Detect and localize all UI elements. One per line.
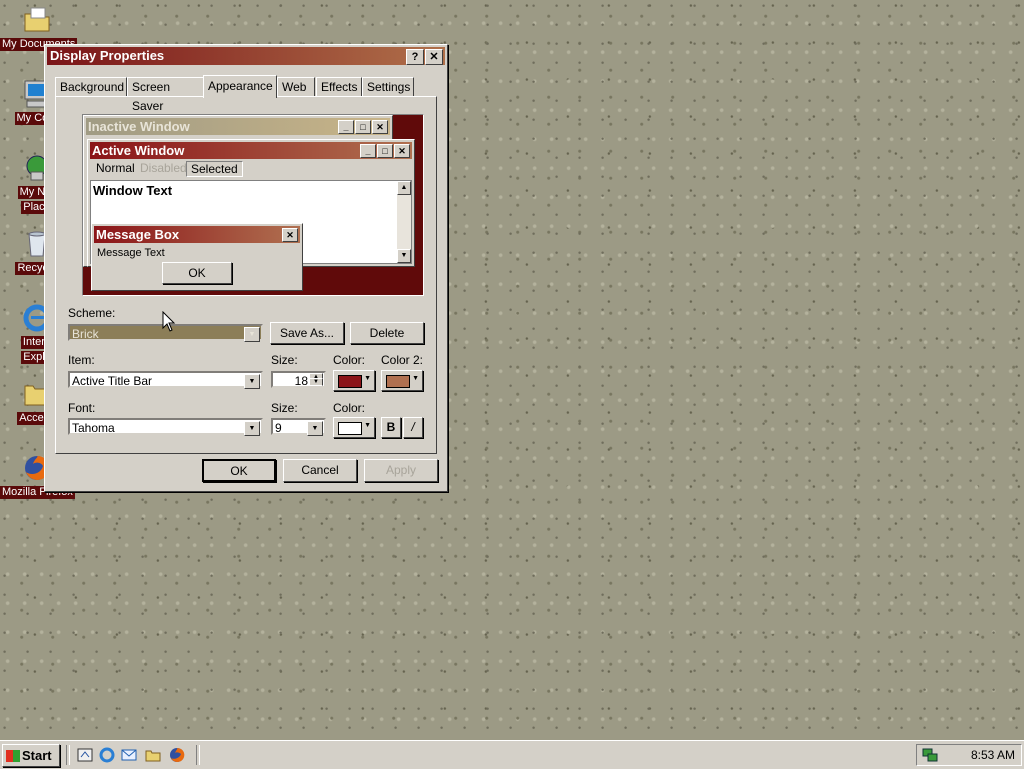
explorer-icon[interactable] (144, 746, 162, 764)
item-value: Active Title Bar (72, 374, 153, 388)
folder-documents-icon (21, 4, 53, 36)
tab-background[interactable]: Background (55, 77, 127, 97)
font-size-label: Size: (271, 401, 298, 415)
preview-message-box: Message Box ✕ Message Text OK (91, 223, 303, 291)
font-size-select[interactable]: 9 ▼ (271, 418, 326, 436)
chevron-down-icon[interactable]: ▼ (244, 327, 260, 342)
italic-button[interactable]: / (403, 417, 423, 438)
start-label: Start (22, 748, 52, 763)
chevron-down-icon: ▼ (364, 422, 371, 429)
scheme-label: Scheme: (68, 306, 116, 320)
close-icon: ✕ (394, 144, 410, 158)
tab-effects[interactable]: Effects (316, 77, 362, 97)
help-button[interactable]: ? (406, 49, 424, 65)
preview-scrollbar: ▲ ▼ (397, 181, 411, 263)
outlook-express-icon[interactable] (120, 746, 138, 764)
spin-down-icon[interactable]: ▼ (309, 378, 323, 386)
font-select[interactable]: Tahoma ▼ (68, 418, 263, 436)
chevron-down-icon: ▼ (364, 375, 371, 382)
window-text: Window Text (93, 183, 173, 198)
close-icon: ✕ (372, 120, 388, 134)
chevron-down-icon[interactable]: ▼ (244, 421, 260, 436)
scheme-value: Brick (72, 327, 99, 341)
taskbar-divider (66, 745, 70, 765)
menu-disabled: Disabled (140, 161, 187, 175)
size-label: Size: (271, 353, 298, 367)
font-color-swatch (338, 422, 362, 435)
minimize-icon: _ (360, 144, 376, 158)
windows-logo-icon (6, 750, 20, 762)
color1-picker[interactable]: ▼ (333, 370, 375, 391)
color2-swatch (386, 375, 410, 388)
item-select[interactable]: Active Title Bar ▼ (68, 371, 263, 389)
message-box-title: Message Box (96, 227, 180, 242)
maximize-icon: □ (377, 144, 393, 158)
color2-label: Color 2: (381, 353, 424, 367)
menu-normal: Normal (96, 161, 135, 175)
active-window-title: Active Window (92, 143, 185, 158)
font-size-value: 9 (275, 421, 282, 435)
start-button[interactable]: Start (2, 744, 60, 767)
color1-swatch (338, 375, 362, 388)
item-size-value: 18 (294, 374, 308, 388)
menu-selected: Selected (186, 161, 243, 177)
save-as-button[interactable]: Save As... (270, 322, 344, 344)
close-icon: ✕ (282, 228, 298, 242)
cancel-button[interactable]: Cancel (283, 459, 357, 482)
show-desktop-icon[interactable] (76, 746, 94, 764)
color-label: Color: (333, 353, 366, 367)
scroll-up-icon: ▲ (397, 181, 411, 195)
font-value: Tahoma (72, 421, 115, 435)
dialog-title-bar[interactable]: Display Properties ? ✕ (47, 47, 445, 65)
chevron-down-icon: ▼ (412, 375, 419, 382)
tab-appearance[interactable]: Appearance (203, 75, 277, 98)
network-tray-icon[interactable] (921, 746, 939, 767)
message-ok-button: OK (162, 262, 232, 284)
taskbar: Start 8:53 AM (0, 740, 1024, 769)
clock[interactable]: 8:53 AM (971, 748, 1015, 762)
apply-button[interactable]: Apply (364, 459, 438, 482)
font-label: Font: (68, 401, 96, 415)
message-box-title-bar: Message Box ✕ (94, 226, 300, 243)
inactive-window-title: Inactive Window (88, 119, 190, 134)
chevron-down-icon[interactable]: ▼ (307, 421, 323, 436)
item-size-spinner[interactable]: 18 ▲ ▼ (271, 371, 326, 388)
tab-screen-saver[interactable]: Screen Saver (127, 77, 205, 113)
dialog-title: Display Properties (50, 48, 165, 63)
bold-button[interactable]: B (381, 417, 401, 438)
tab-settings[interactable]: Settings (362, 77, 414, 97)
chevron-down-icon[interactable]: ▼ (244, 374, 260, 389)
font-color-picker[interactable]: ▼ (333, 417, 375, 438)
ie-icon[interactable] (98, 746, 116, 764)
item-label: Item: (68, 353, 95, 367)
tab-web[interactable]: Web (277, 77, 315, 97)
maximize-icon: □ (355, 120, 371, 134)
font-color-label: Color: (333, 401, 366, 415)
color2-picker[interactable]: ▼ (381, 370, 423, 391)
taskbar-divider (196, 745, 200, 765)
mouse-cursor-icon (162, 310, 176, 336)
inactive-window-title-bar: Inactive Window _ □ ✕ (86, 118, 390, 135)
close-button[interactable]: ✕ (425, 49, 443, 65)
active-window-title-bar: Active Window _ □ ✕ (90, 142, 412, 159)
ok-button[interactable]: OK (202, 459, 276, 482)
minimize-icon: _ (338, 120, 354, 134)
appearance-preview[interactable]: Inactive Window _ □ ✕ Active Window _ □ … (82, 114, 424, 296)
message-text: Message Text (97, 247, 165, 259)
firefox-icon[interactable] (168, 746, 186, 764)
system-tray: 8:53 AM (916, 744, 1022, 766)
scroll-down-icon: ▼ (397, 249, 411, 263)
delete-button[interactable]: Delete (350, 322, 424, 344)
